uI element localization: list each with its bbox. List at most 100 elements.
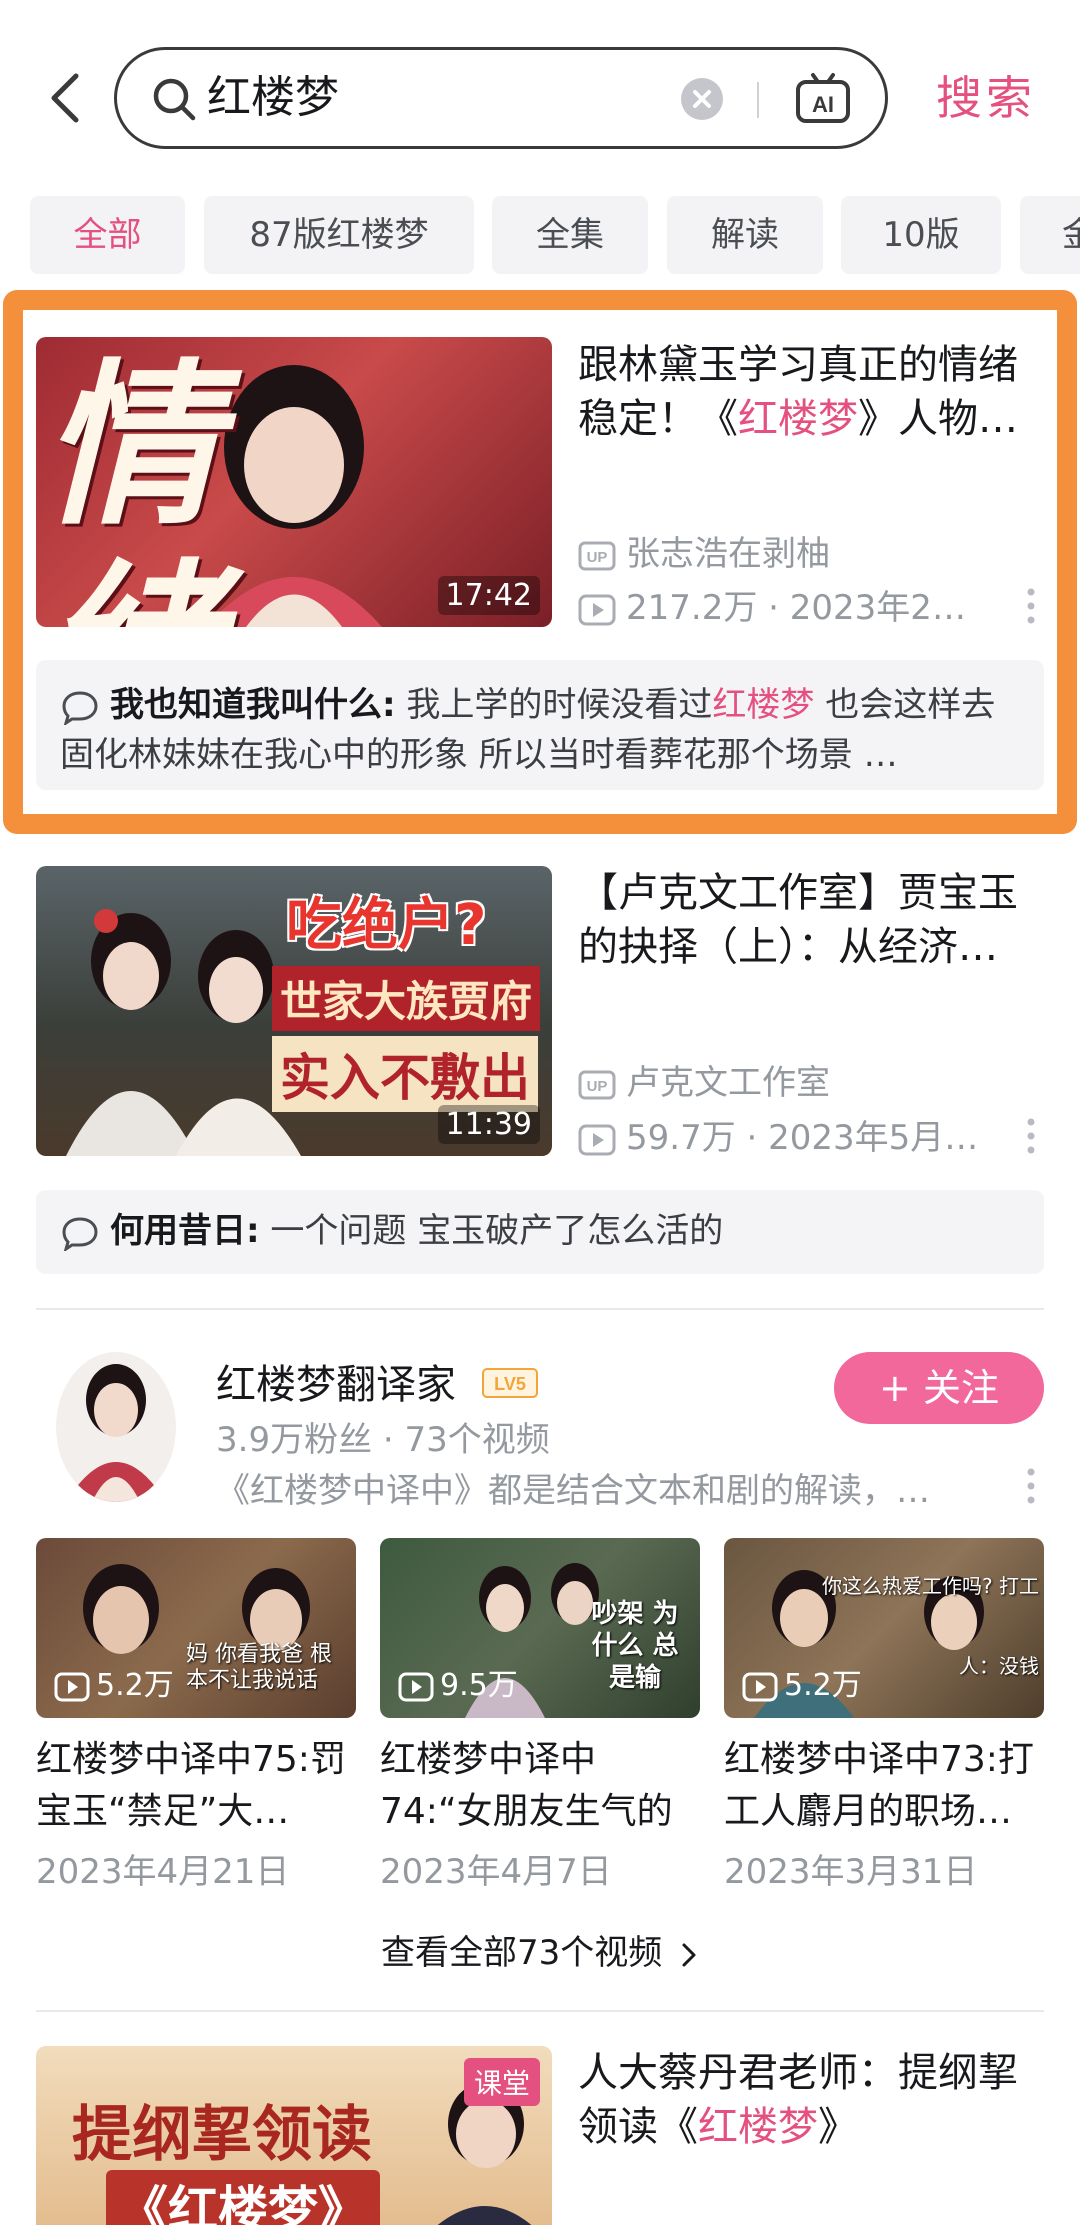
svg-text:UP: UP [587, 549, 608, 566]
view-count: 5.2万 [784, 1668, 862, 1703]
play-count-icon [578, 1124, 616, 1155]
video-thumbnail[interactable]: 妈 你看我爸 根本不让我说话 5.2万 [36, 1538, 356, 1718]
thumbnail-caption-1: 提纲挈领读 [72, 2100, 372, 2170]
svg-text:UP: UP [587, 1078, 608, 1095]
video-thumbnail[interactable]: 吵架 为什么 总是输 9.5万 [380, 1538, 700, 1718]
upload-date: 2023年4月21日 [36, 1852, 290, 1892]
uploader-line[interactable]: UP 卢克文工作室 [578, 1055, 830, 1104]
view-all-videos-link[interactable]: 查看全部73个视频 [0, 1925, 1080, 1974]
comment-author: 我也知道我叫什么: [110, 685, 396, 725]
chevron-right-icon [682, 1943, 696, 1966]
video-title[interactable]: 红楼梦中译中74:“女朋友生气的一… [380, 1734, 700, 1838]
section-divider [36, 2010, 1044, 2012]
video-title[interactable]: 红楼梦中译中73:打工人麝月的职场… [724, 1734, 1044, 1838]
search-icon [153, 78, 196, 121]
tab-gold[interactable]: 金 [1020, 196, 1080, 274]
search-input[interactable]: 红楼梦 [207, 68, 667, 128]
video-views: 9.5万 [398, 1660, 518, 1704]
svg-text:AI: AI [812, 92, 834, 117]
back-arrow-icon[interactable] [44, 70, 88, 126]
thumbnail-caption-2: 《红楼梦》 [106, 2170, 380, 2225]
uploader-line[interactable]: UP 张志浩在剥柚 [578, 526, 830, 575]
video-title[interactable]: 红楼梦中译中75:罚宝玉“禁足”大… [36, 1734, 356, 1838]
up-icon: UP [578, 1070, 616, 1099]
upload-date: 2023年2… [789, 588, 966, 628]
video-title[interactable]: 跟林黛玉学习真正的情绪稳定！《红楼梦》人物… [578, 338, 1048, 446]
video-stats: 217.2万 · 2023年2… [578, 580, 966, 629]
tab-interpretation[interactable]: 解读 [667, 196, 823, 274]
up-icon: UP [578, 541, 616, 570]
comment-icon [62, 690, 98, 727]
comment-text: 一个问题 宝玉破产了怎么活的 [259, 1211, 724, 1251]
uploader-stats: 3.9万粉丝 · 73个视频 [216, 1420, 550, 1460]
section-divider [36, 1308, 1044, 1310]
video-thumbnail[interactable]: 情绪 17:42 [36, 337, 552, 627]
uploader-video-1[interactable]: 妈 你看我爸 根本不让我说话 5.2万 红楼梦中译中75:罚宝玉“禁足”大… 2… [36, 1538, 356, 1893]
course-badge: 课堂 [463, 2058, 540, 2106]
upload-date: 2023年4月7日 [380, 1852, 612, 1892]
uploader-name: 卢克文工作室 [626, 1063, 830, 1103]
meta-sep: · [735, 1118, 769, 1158]
view-count: 217.2万 [626, 588, 758, 628]
ai-assistant-icon[interactable]: AI [795, 72, 851, 124]
clear-icon[interactable] [681, 78, 723, 120]
play-count-icon [578, 594, 616, 625]
search-box[interactable]: 红楼梦 AI [114, 47, 888, 149]
title-keyword: 红楼梦 [698, 2104, 818, 2150]
thumbnail-caption: 吵架 为什么 总是输 [591, 1599, 679, 1693]
view-all-label: 查看全部73个视频 [380, 1933, 663, 1973]
view-count: 5.2万 [96, 1668, 174, 1703]
video-thumbnail[interactable]: 提纲挈领读 《红楼梦》 课堂 [36, 2046, 552, 2225]
upload-date: 2023年5月… [768, 1118, 979, 1158]
hot-comment[interactable]: 何用昔日: 一个问题 宝玉破产了怎么活的 [36, 1190, 1044, 1274]
play-count-icon [398, 1672, 434, 1701]
video-views: 5.2万 [742, 1660, 862, 1704]
video-title[interactable]: 人大蔡丹君老师：提纲挈领读《红楼梦》 [578, 2046, 1048, 2166]
tab-87-version[interactable]: 87版红楼梦 [204, 196, 474, 274]
view-count: 9.5万 [440, 1668, 518, 1703]
level-badge-icon: LV5 [482, 1368, 538, 1398]
meta-sep: · [757, 588, 790, 628]
svg-text:LV5: LV5 [494, 1374, 526, 1394]
follow-button[interactable]: + 关注 [834, 1352, 1044, 1424]
comment-keyword: 红楼梦 [712, 685, 815, 725]
comment-icon [62, 1216, 98, 1253]
video-thumbnail[interactable]: 你这么热爱工作吗? 打工人：没钱 5.2万 [724, 1538, 1044, 1718]
tab-full-series[interactable]: 全集 [492, 196, 648, 274]
title-text-end: 》人物… [858, 396, 1018, 442]
video-stats: 59.7万 · 2023年5月… [578, 1110, 978, 1159]
video-views: 5.2万 [54, 1660, 174, 1704]
uploader-name: 张志浩在剥柚 [626, 534, 830, 574]
tab-10-version[interactable]: 10版 [841, 196, 1001, 274]
thumbnail-caption: 妈 你看我爸 根本不让我说话 [186, 1642, 332, 1693]
title-text-end: 》 [818, 2104, 858, 2150]
uploader-video-3[interactable]: 你这么热爱工作吗? 打工人：没钱 5.2万 红楼梦中译中73:打工人麝月的职场…… [724, 1538, 1044, 1893]
search-divider [757, 82, 759, 118]
play-count-icon [742, 1672, 778, 1701]
more-options-icon[interactable] [1024, 1116, 1038, 1156]
more-options-icon[interactable] [1024, 1466, 1038, 1506]
play-count-icon [54, 1672, 90, 1701]
thumbnail-caption-3: 实入不敷出 [272, 1036, 538, 1112]
comment-author: 何用昔日: [110, 1211, 260, 1251]
tab-all[interactable]: 全部 [30, 196, 185, 274]
title-keyword: 红楼梦 [738, 396, 858, 442]
video-thumbnail[interactable]: 吃绝户? 世家大族贾府 实入不敷出 11:39 [36, 866, 552, 1156]
avatar[interactable] [56, 1352, 176, 1502]
hot-comment[interactable]: 我也知道我叫什么: 我上学的时候没看过红楼梦 也会这样去固化林妹妹在我心中的形象… [36, 660, 1044, 790]
thumbnail-caption-1: 吃绝户? [286, 893, 487, 958]
search-button[interactable]: 搜索 [936, 68, 1036, 128]
video-duration: 11:39 [437, 1105, 540, 1144]
avatar-art [66, 1364, 166, 1502]
video-title[interactable]: 【卢克文工作室】贾宝玉的抉择（上）：从经济… [578, 866, 1048, 974]
upload-date: 2023年3月31日 [724, 1852, 978, 1892]
search-header: 红楼梦 AI 搜索 [0, 0, 1080, 190]
uploader-video-2[interactable]: 吵架 为什么 总是输 9.5万 红楼梦中译中74:“女朋友生气的一… 2023年… [380, 1538, 700, 1893]
uploader-description: 《红楼梦中译中》都是结合文本和剧的解读，… [216, 1471, 930, 1511]
filter-tabs: 全部 87版红楼梦 全集 解读 10版 金 [0, 196, 1080, 274]
video-duration: 17:42 [437, 576, 540, 615]
thumbnail-caption-2: 世家大族贾府 [272, 966, 541, 1031]
more-options-icon[interactable] [1024, 586, 1038, 626]
uploader-name[interactable]: 红楼梦翻译家 [216, 1352, 456, 1410]
comment-text: 我上学的时候没看过 [395, 685, 713, 725]
